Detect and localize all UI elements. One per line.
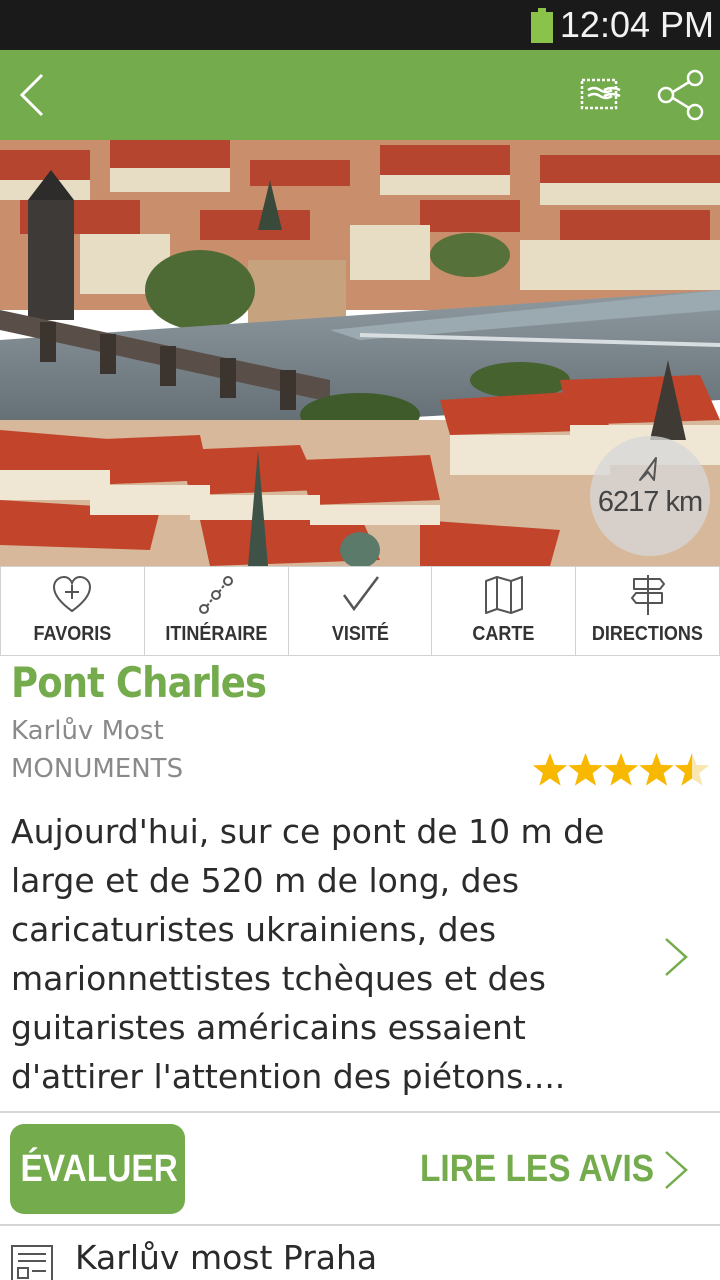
map-icon bbox=[484, 576, 523, 614]
battery-icon bbox=[531, 8, 553, 43]
postcard-icon bbox=[580, 78, 621, 110]
postcard-button[interactable] bbox=[574, 68, 632, 122]
checkmark-icon bbox=[342, 576, 379, 612]
favorites-label: FAVORIS bbox=[33, 623, 112, 645]
navigation-arrow-icon bbox=[639, 457, 657, 481]
place-title: Pont Charles bbox=[11, 658, 267, 707]
place-description: Aujourd'hui, sur ce pont de 10 m de larg… bbox=[11, 812, 605, 1096]
share-icon bbox=[657, 69, 704, 121]
action-bar: FAVORIS ITINÉRAIRE VISITÉ CARTE DIRECTIO… bbox=[0, 566, 720, 656]
distance-badge: 6217 km bbox=[590, 436, 710, 556]
back-button[interactable] bbox=[8, 65, 68, 125]
address-card-icon bbox=[11, 1245, 53, 1280]
divider bbox=[0, 1224, 720, 1226]
status-time: 12:04 PM bbox=[559, 4, 714, 45]
signpost-icon bbox=[630, 575, 665, 615]
star-icon bbox=[532, 753, 568, 786]
chevron-right-icon bbox=[665, 938, 688, 976]
rate-button[interactable]: ÉVALUER bbox=[10, 1124, 185, 1214]
status-bar: 12:04 PM bbox=[0, 0, 720, 50]
distance-text: 6217 km bbox=[597, 486, 703, 518]
star-icon bbox=[568, 753, 603, 786]
directions-button[interactable]: DIRECTIONS bbox=[576, 567, 720, 655]
directions-label: DIRECTIONS bbox=[592, 623, 704, 645]
visited-label: VISITÉ bbox=[331, 623, 389, 645]
chevron-left-icon bbox=[19, 73, 44, 117]
route-icon bbox=[199, 576, 234, 614]
rate-button-label: ÉVALUER bbox=[20, 1148, 178, 1190]
star-icon bbox=[639, 753, 674, 786]
share-button[interactable] bbox=[650, 65, 710, 125]
description-section[interactable]: Aujourd'hui, sur ce pont de 10 m de larg… bbox=[0, 805, 720, 1110]
map-button[interactable]: CARTE bbox=[432, 567, 577, 655]
visited-button[interactable]: VISITÉ bbox=[289, 567, 433, 655]
favorites-button[interactable]: FAVORIS bbox=[0, 567, 145, 655]
itinerary-label: ITINÉRAIRE bbox=[165, 623, 268, 645]
rating-stars bbox=[532, 751, 710, 789]
divider bbox=[0, 1111, 720, 1113]
place-local-name: Karlův Most bbox=[11, 716, 164, 746]
chevron-right-icon bbox=[665, 1151, 688, 1189]
place-category: MONUMENTS bbox=[11, 754, 184, 784]
read-reviews-label: LIRE LES AVIS bbox=[420, 1148, 655, 1190]
itinerary-button[interactable]: ITINÉRAIRE bbox=[145, 567, 289, 655]
read-reviews-link[interactable]: LIRE LES AVIS bbox=[390, 1124, 710, 1214]
star-icon bbox=[603, 753, 639, 786]
app-bar bbox=[0, 50, 720, 140]
address-text[interactable]: Karlův most Praha bbox=[75, 1238, 377, 1277]
heart-plus-icon bbox=[53, 575, 92, 613]
map-label: CARTE bbox=[472, 623, 535, 645]
